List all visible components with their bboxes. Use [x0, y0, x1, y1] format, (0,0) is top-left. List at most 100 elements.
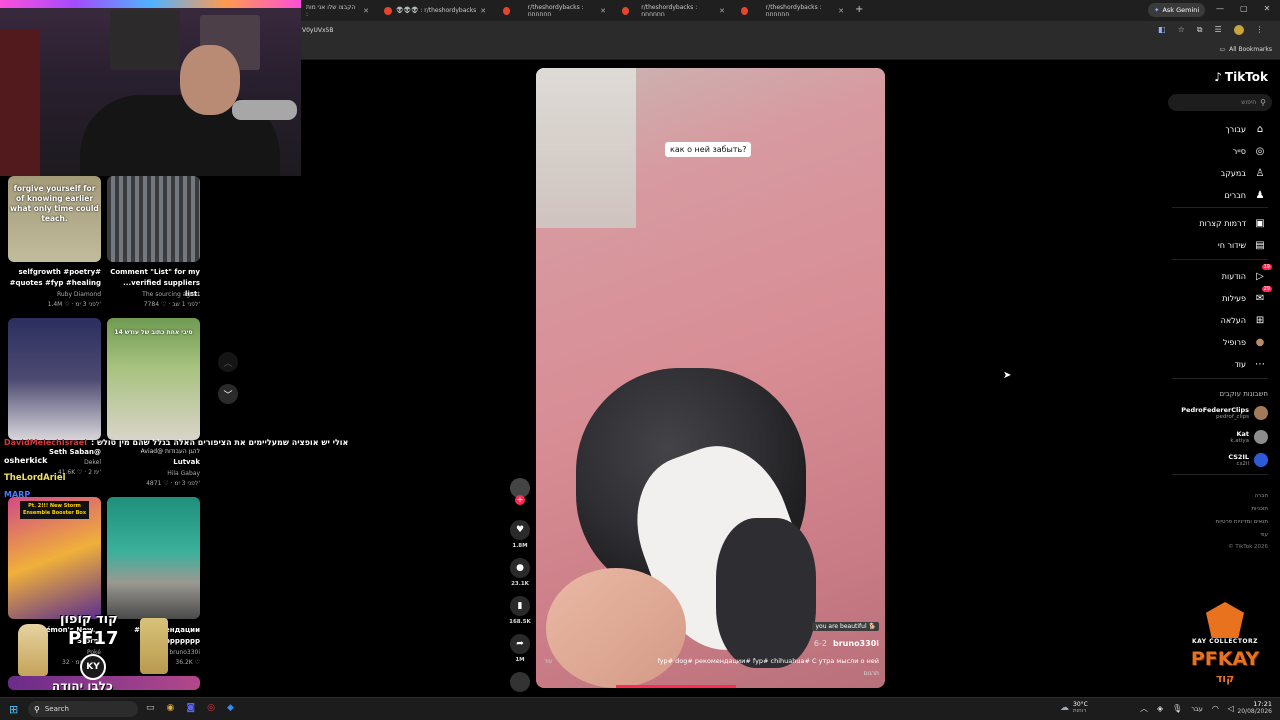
video-caption[interactable]: Aviad@ להגן העבודות [107, 447, 200, 457]
app-icon[interactable]: ◆ [227, 703, 234, 713]
promo-footer: כלבו יהודה [52, 679, 113, 693]
comment-button[interactable]: ● [510, 558, 530, 578]
browser-tab[interactable]: r/theshordybacks : חחחחחח ✕ [616, 2, 731, 19]
divider [1172, 378, 1268, 379]
profile-avatar-icon[interactable] [1233, 25, 1244, 35]
feed-thumbnail[interactable]: סיבי אחת כתוב של עודש 14 [107, 318, 200, 440]
nav-item-friends[interactable]: ♟ חברים [1225, 189, 1266, 201]
video-description: fyp# dog# рекомендации# fyp# chihuahua# … [657, 657, 879, 665]
close-tab-icon[interactable]: ✕ [480, 7, 486, 15]
scroll-up-button[interactable]: ︿ [218, 352, 238, 372]
wifi-icon[interactable]: ◠ [1212, 704, 1219, 713]
input-language[interactable]: עבר [1191, 705, 1203, 713]
main-video-player[interactable]: как о ней забыть? you are beautiful 🐕 br… [536, 68, 885, 688]
browser-tab[interactable]: הקבצו שלו אני מות : ✕ [300, 2, 375, 19]
taskbar-search[interactable]: ⚲ Search [28, 701, 138, 717]
sidebar-icon[interactable]: ☰ [1214, 25, 1221, 35]
following-account[interactable]: CS2IL cs2il [1228, 453, 1268, 467]
more-link[interactable]: עוד [544, 658, 553, 665]
nav-item-more[interactable]: ⋯ עוד [1234, 358, 1266, 370]
close-tab-icon[interactable]: ✕ [363, 7, 369, 15]
url-text[interactable]: V0yUVx5B [302, 27, 333, 34]
like-button[interactable]: ♥ [510, 520, 530, 540]
footer-link[interactable]: תוכניות [1216, 503, 1268, 516]
profile-avatar-icon: ● [1255, 336, 1265, 348]
tray-chevron-icon[interactable]: ︿ [1140, 703, 1148, 714]
app-icon[interactable]: ◎ [207, 703, 215, 713]
inbox-icon: ▷ 19 [1256, 264, 1272, 282]
feed-thumbnail[interactable] [8, 318, 101, 440]
browser-tab[interactable]: r/theshordybacks : חחחחחח ✕ [735, 2, 850, 19]
nav-item-profile[interactable]: ● פרופיל [1223, 336, 1266, 348]
video-author[interactable]: Hila Gabay [107, 469, 200, 479]
video-author[interactable]: Ruby Diamond [8, 290, 101, 300]
close-window-icon[interactable]: ✕ [1264, 4, 1271, 13]
volume-icon[interactable]: ◁ [1228, 704, 1234, 713]
video-author[interactable]: bruno330i [833, 639, 879, 648]
translate-link[interactable]: תרגום [864, 670, 879, 677]
save-button[interactable]: ▮ [510, 596, 530, 616]
share-button[interactable]: ➦ [510, 634, 530, 654]
chevron-down-icon: ﹀ [223, 390, 233, 401]
following-account[interactable]: PedroFedererClips pedrof_clips [1181, 406, 1268, 420]
following-account[interactable]: Kat k.atiya [1230, 430, 1268, 444]
ask-gemini-button[interactable]: ✦ Ask Gemini [1148, 3, 1206, 17]
weather-widget[interactable]: ☁ 30°C רוחות [1060, 701, 1088, 714]
close-tab-icon[interactable]: ✕ [719, 7, 725, 15]
footer-link[interactable]: עוד [1216, 529, 1268, 542]
search-box[interactable]: חיפוש ⚲ [1168, 94, 1272, 111]
all-bookmarks-button[interactable]: ▭ All Bookmarks [1219, 46, 1272, 53]
clock[interactable]: 17:21 20/08/2026 [1237, 700, 1272, 715]
video-author[interactable]: The sourcing agent [107, 290, 200, 300]
tray-app-icon[interactable]: ◈ [1157, 704, 1163, 713]
windows-start-icon[interactable]: ⊞ [9, 703, 18, 716]
nav-item-messages[interactable]: ▷ 19 הודעות [1222, 264, 1272, 282]
bookmark-icon: ▮ [517, 601, 523, 611]
feed-thumbnail[interactable] [107, 497, 200, 619]
browser-tab[interactable]: 👽👽👽 : r/theshordybacks ✕ [378, 2, 493, 19]
extensions-icon[interactable]: ⧉ [1197, 25, 1203, 35]
feed-thumbnail[interactable]: forgive yourself for of knowing earlier … [8, 176, 101, 262]
wall-corner [536, 68, 636, 228]
divider [1172, 474, 1268, 475]
bookmark-star-icon[interactable]: ☆ [1178, 25, 1185, 35]
progress-bar[interactable] [616, 685, 736, 688]
close-tab-icon[interactable]: ✕ [838, 7, 844, 15]
feed-thumbnail[interactable]: Pt. 2!!! New Storm Ensemble Booster Box [8, 497, 101, 619]
tiktok-logo[interactable]: ♪ TikTok [1214, 70, 1268, 84]
feed-thumbnail[interactable] [107, 176, 200, 262]
notification-badge: 19 [1261, 264, 1272, 270]
discord-icon[interactable]: ◙ [186, 703, 195, 713]
footer-link[interactable]: חברה [1216, 490, 1268, 503]
menu-dots-icon[interactable]: ⋮ [1256, 25, 1264, 35]
nav-item-explore[interactable]: ◎ סייר [1233, 145, 1266, 157]
avatar [1254, 406, 1268, 420]
dog-leg [716, 518, 816, 668]
translate-icon[interactable]: ◧ [1158, 25, 1166, 35]
avatar [1254, 430, 1268, 444]
chrome-icon[interactable]: ◉ [167, 703, 175, 713]
video-caption-line2[interactable]: Lutvak [107, 457, 200, 468]
follow-plus-icon[interactable]: + [515, 495, 525, 505]
scroll-down-button[interactable]: ﹀ [218, 384, 238, 404]
nav-item-following[interactable]: ♙ במעקב [1221, 167, 1266, 179]
mic-icon[interactable]: 🎙 [1172, 704, 1182, 713]
minimize-icon[interactable]: — [1216, 4, 1224, 13]
nav-item-upload[interactable]: ⊞ העלאה [1221, 314, 1266, 326]
upload-icon: ⊞ [1255, 314, 1265, 326]
video-author-row: bruno330i 6-2 [814, 639, 879, 648]
drama-icon: ▣ [1255, 217, 1265, 229]
close-tab-icon[interactable]: ✕ [600, 7, 606, 15]
browser-tab[interactable]: r/theshordybacks : חחחחחח ✕ [497, 2, 612, 19]
nav-item-activity[interactable]: ✉ 29 פעילות [1222, 286, 1272, 304]
nav-item-live[interactable]: ▤ שידור חי [1218, 239, 1266, 251]
chat-username: osherkick [4, 456, 48, 465]
nav-item-short-dramas[interactable]: ▣ דרמות קצרות [1199, 217, 1266, 229]
nav-item-for-you[interactable]: ⌂ עבורך [1225, 123, 1266, 135]
footer-link[interactable]: תנאים ומדיניות פרטיות [1216, 516, 1268, 529]
music-disc[interactable] [510, 672, 530, 692]
new-tab-button[interactable]: + [855, 4, 863, 15]
video-caption[interactable]: selfgrowth #poetry# #quotes #fyp #healin… [8, 267, 101, 289]
task-view-icon[interactable]: ▭ [146, 703, 155, 713]
maximize-icon[interactable]: ▢ [1240, 4, 1248, 13]
